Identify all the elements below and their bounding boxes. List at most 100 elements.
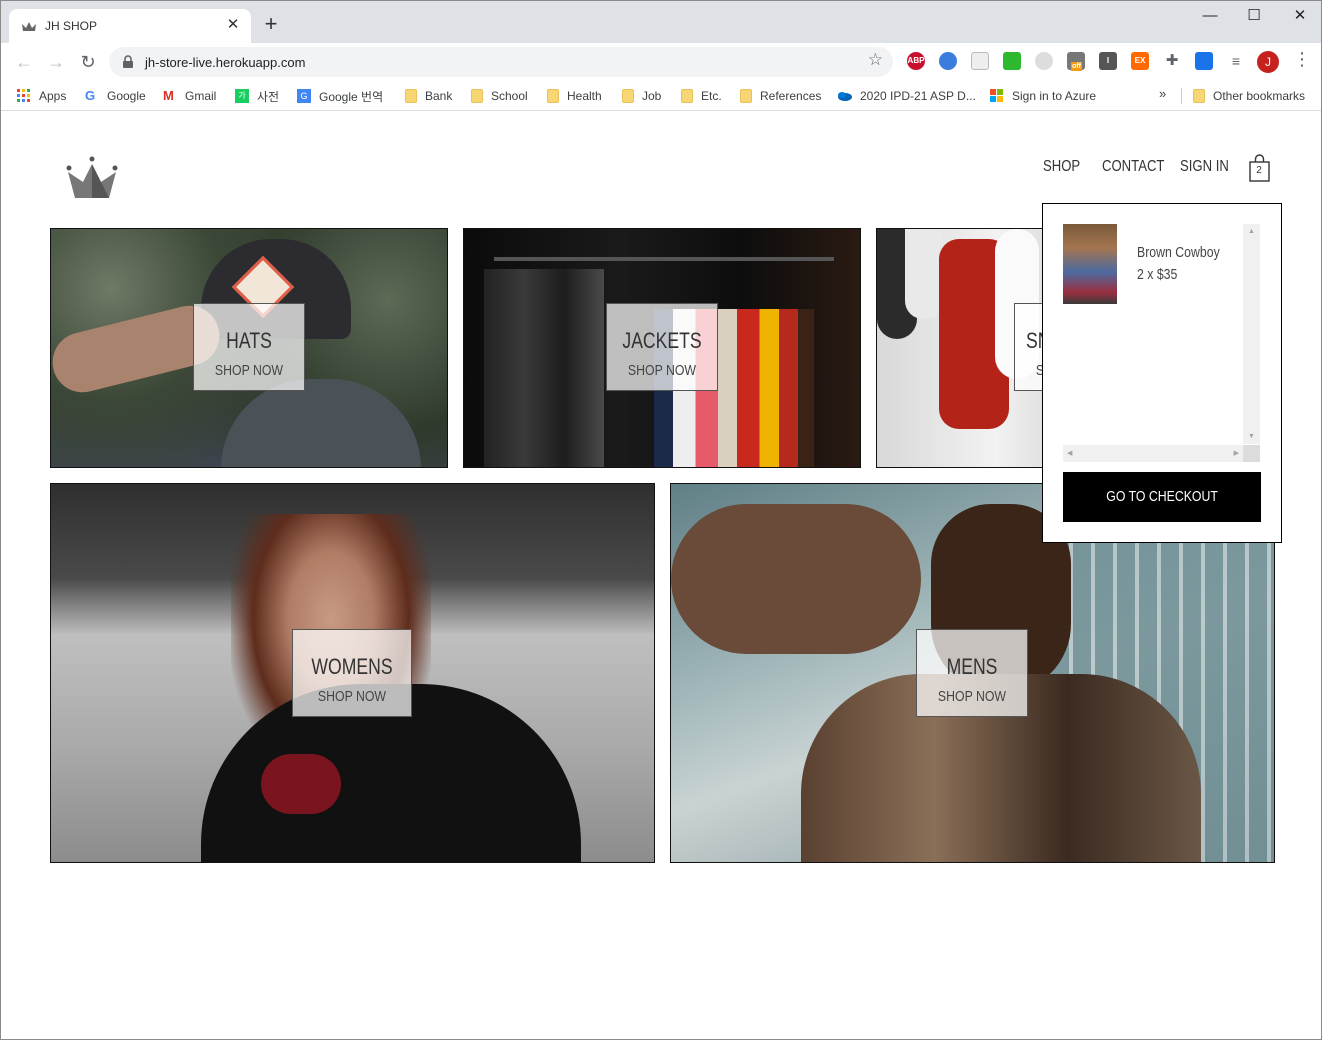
url-text: jh-store-live.herokuapp.com [145,55,306,70]
bookmark-label: Etc. [701,89,722,103]
profile-avatar[interactable]: J [1257,51,1279,73]
bookmark-folder-health[interactable]: Health [547,86,602,106]
bookmark-folder-etc[interactable]: Etc. [681,86,722,106]
bookmarks-bar: Apps G Google M Gmail 가 사전 G Google 번역 Bank … [1,81,1321,111]
extension-icon[interactable]: EX [1131,52,1149,70]
shop-now-link[interactable]: SHOP NOW [617,362,707,379]
bookmark-onedrive[interactable]: 2020 IPD-21 ASP D... [836,86,976,106]
red-rose-shape [261,754,341,814]
jackets-label-box[interactable]: JACKETS SHOP NOW [606,303,718,391]
cart-count: 2 [1256,165,1262,176]
onedrive-icon [838,92,852,101]
dictionary-icon: 가 [235,89,249,103]
bookmarks-divider [1181,88,1182,104]
adblock-plus-icon[interactable]: ABP [907,52,925,70]
media-queue-icon[interactable]: ≡ [1227,52,1245,70]
extension-icon[interactable] [1003,52,1021,70]
bookmark-label: Health [567,89,602,103]
cart-item-image [1063,224,1117,304]
bookmark-folder-references[interactable]: References [740,86,821,106]
more-bookmarks-chevron-icon[interactable]: » [1159,86,1166,101]
folder-icon [681,89,693,103]
forward-icon[interactable]: → [43,49,69,75]
bookmark-folder-bank[interactable]: Bank [405,86,452,106]
off-badge: off [1071,62,1082,71]
crown-favicon-icon [22,22,36,31]
category-title: WOMENS [311,654,393,679]
bookmark-google-translate[interactable]: G Google 번역 [297,86,383,106]
bookmark-google[interactable]: G Google [85,86,146,106]
category-tile-jackets[interactable]: JACKETS SHOP NOW [463,228,861,468]
bookmark-label: Apps [39,89,67,103]
shop-now-link[interactable]: SHOP NOW [927,688,1017,705]
womens-label-box[interactable]: WOMENS SHOP NOW [292,629,412,717]
bookmark-apps[interactable]: Apps [17,86,66,106]
cart-dropdown: Brown Cowboy 2 x $35 ▲ ▼ ◀ ▶ GO TO CHECK… [1042,203,1282,543]
nav-sign-in-link[interactable]: SIGN IN [1180,158,1229,176]
folder-icon [622,89,634,103]
category-title: JACKETS [622,328,702,353]
new-tab-icon[interactable]: + [259,13,283,37]
minimize-icon[interactable]: — [1187,1,1233,31]
nav-contact-link[interactable]: CONTACT [1102,158,1164,176]
extension-icon[interactable] [939,52,957,70]
tab-close-icon[interactable]: ✕ [223,15,243,35]
dark-garments [484,269,604,467]
extension-icon[interactable] [1035,52,1053,70]
folder-icon [547,89,559,103]
shop-now-link[interactable]: SHOP NOW [204,362,294,379]
bookmark-label: 사전 [257,89,280,104]
menu-kebab-icon[interactable]: ⋮ [1293,49,1311,70]
scroll-right-arrow-icon[interactable]: ▶ [1234,449,1239,457]
hats-label-box[interactable]: HATS SHOP NOW [193,303,305,391]
scroll-down-arrow-icon[interactable]: ▼ [1248,433,1255,440]
microsoft-icon [990,89,1003,102]
bookmark-label: Other bookmarks [1213,89,1306,103]
bookmark-label: School [491,89,528,103]
category-tile-hats[interactable]: HATS SHOP NOW [50,228,448,468]
bookmark-star-icon[interactable]: ☆ [868,50,883,70]
bookmark-azure[interactable]: Sign in to Azure [990,86,1096,106]
scroll-left-arrow-icon[interactable]: ◀ [1067,449,1072,457]
bookmark-label: Gmail [185,89,217,103]
go-to-checkout-button[interactable]: GO TO CHECKOUT [1063,472,1261,522]
page-content: SHOP CONTACT SIGN IN 2 HATS SHOP NOW JAC… [1,112,1321,1039]
maximize-icon[interactable]: ☐ [1231,1,1277,31]
tab-jh-shop[interactable]: JH SHOP ✕ [9,9,251,43]
category-title: MENS [946,654,998,679]
scroll-up-arrow-icon[interactable]: ▲ [1248,228,1255,235]
cart-item-name: Brown Cowboy [1137,244,1220,261]
cast-icon[interactable] [1195,52,1213,70]
close-icon[interactable]: ✕ [1277,1,1321,31]
extensions-puzzle-icon[interactable]: ✚ [1163,52,1181,70]
shop-now-link[interactable]: SHOP NOW [304,688,401,705]
extension-icon[interactable]: off [1067,52,1085,71]
reload-icon[interactable]: ↻ [75,49,101,75]
tab-strip: JH SHOP ✕ + — ☐ ✕ [1,1,1321,43]
lock-icon [123,55,133,68]
tab-title: JH SHOP [45,19,98,33]
folder-icon [405,89,417,103]
bookmark-label: Google [107,89,146,103]
cart-vertical-scrollbar[interactable]: ▲ ▼ [1243,224,1260,444]
cart-button[interactable]: 2 [1247,154,1273,184]
nav-shop-link[interactable]: SHOP [1043,158,1080,176]
address-bar[interactable]: jh-store-live.herokuapp.com ☆ [109,47,893,77]
google-icon: G [85,88,96,103]
mens-label-box[interactable]: MENS SHOP NOW [916,629,1028,717]
crown-logo-icon[interactable] [63,156,121,200]
folder-icon [740,89,752,103]
extension-icon[interactable] [971,52,989,70]
bookmark-gmail[interactable]: M Gmail [163,86,216,106]
bookmark-folder-job[interactable]: Job [622,86,661,106]
bookmark-label: Sign in to Azure [1012,89,1097,103]
browser-toolbar: ← → ↻ jh-store-live.herokuapp.com ☆ ABP … [1,43,1321,81]
extension-icon[interactable]: I [1099,52,1117,70]
gmail-icon: M [163,88,174,103]
category-tile-womens[interactable]: WOMENS SHOP NOW [50,483,655,863]
back-icon[interactable]: ← [11,49,37,75]
cart-horizontal-scrollbar[interactable]: ◀ ▶ [1063,445,1243,462]
bookmark-folder-school[interactable]: School [471,86,528,106]
bookmark-other[interactable]: Other bookmarks [1193,86,1305,106]
bookmark-dictionary[interactable]: 가 사전 [235,86,279,106]
